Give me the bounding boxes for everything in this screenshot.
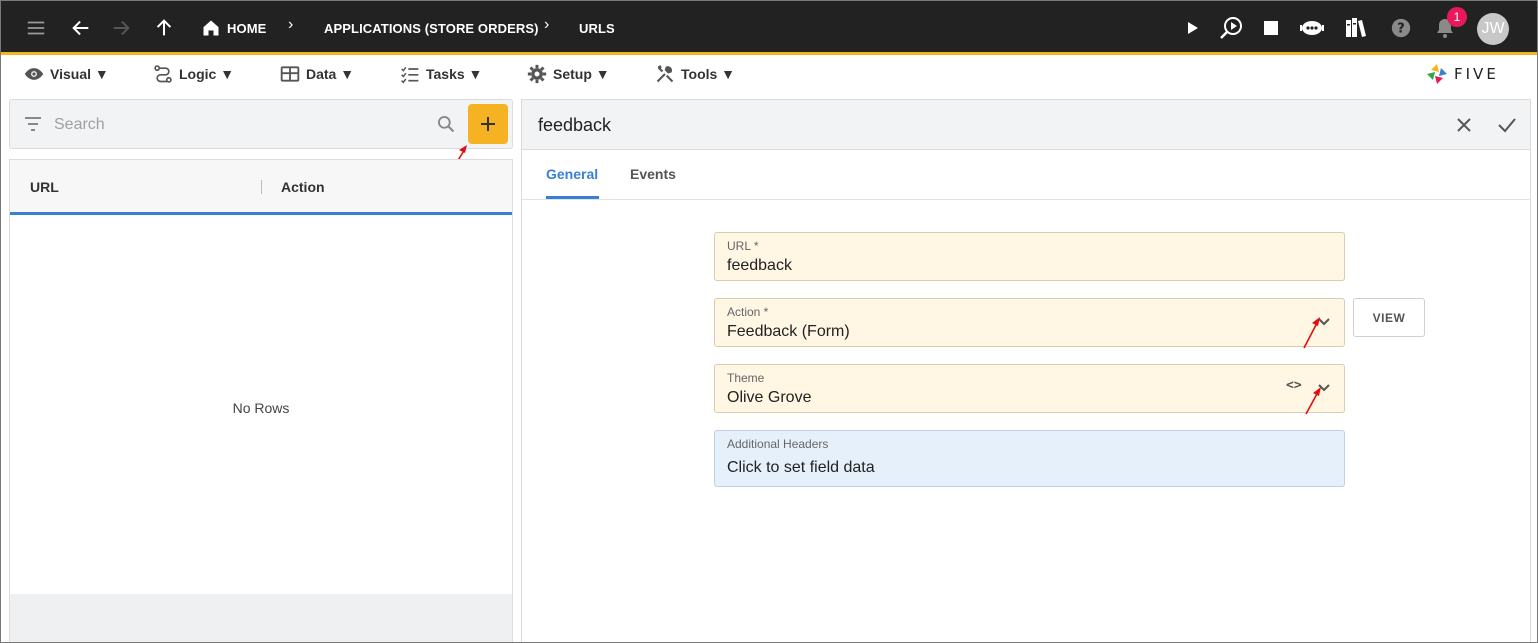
menu-data[interactable]: Data ▼ <box>280 64 354 84</box>
back-arrow-icon[interactable] <box>66 13 96 43</box>
filter-icon[interactable] <box>24 116 42 132</box>
tab-events[interactable]: Events <box>630 166 676 182</box>
detail-form: feedback General Events URL * feedback A… <box>521 99 1531 642</box>
column-divider[interactable] <box>261 180 262 194</box>
tools-icon <box>656 65 674 83</box>
user-avatar[interactable]: JW <box>1477 13 1509 45</box>
chevron-right-icon: › <box>544 16 550 33</box>
menu-visual-label: Visual ▼ <box>50 66 109 82</box>
url-field[interactable]: URL * feedback <box>714 232 1345 281</box>
tab-bar: General Events <box>522 150 1530 200</box>
search-input[interactable] <box>54 114 424 136</box>
menu-data-label: Data ▼ <box>306 66 355 82</box>
notification-badge: 1 <box>1447 7 1467 27</box>
search-bar <box>9 99 513 149</box>
breadcrumb-applications[interactable]: APPLICATIONS (STORE ORDERS) <box>324 21 539 36</box>
menu-logic-label: Logic ▼ <box>179 66 235 82</box>
url-field-label: URL * <box>727 239 759 253</box>
chevron-right-icon: › <box>288 16 294 33</box>
tasks-icon <box>401 66 419 84</box>
column-header-url[interactable]: URL <box>30 179 59 195</box>
gear-icon <box>527 64 547 84</box>
view-button[interactable]: VIEW <box>1353 298 1425 337</box>
five-logo-text: FIVE <box>1454 65 1499 83</box>
list-footer <box>10 594 512 642</box>
play-icon[interactable] <box>1177 13 1207 43</box>
active-tab-indicator <box>546 196 599 199</box>
url-field-value[interactable]: feedback <box>727 257 792 275</box>
menu-bar: Visual ▼ Logic ▼ Data ▼ Tasks ▼ Setup ▼ … <box>1 58 1537 92</box>
logic-icon <box>154 65 172 83</box>
annotation-arrow-icon <box>1305 387 1321 415</box>
action-field[interactable]: Action * Feedback (Form) <box>714 298 1345 347</box>
breadcrumb-home[interactable]: HOME <box>227 21 266 36</box>
additional-headers-label: Additional Headers <box>727 437 829 451</box>
eye-icon <box>24 68 44 80</box>
action-field-value[interactable]: Feedback (Form) <box>727 323 850 341</box>
close-icon <box>1457 118 1471 132</box>
forward-arrow-icon[interactable] <box>106 13 136 43</box>
save-button[interactable] <box>1494 112 1520 138</box>
five-logo-icon <box>1427 64 1447 84</box>
help-icon[interactable]: ? <box>1386 13 1416 43</box>
additional-headers-value[interactable]: Click to set field data <box>727 459 875 477</box>
additional-headers-field[interactable]: Additional Headers Click to set field da… <box>714 430 1345 487</box>
five-logo: FIVE <box>1426 61 1516 87</box>
menu-logic[interactable]: Logic ▼ <box>153 64 234 84</box>
theme-field-value[interactable]: Olive Grove <box>727 389 811 407</box>
empty-list-message: No Rows <box>232 400 290 416</box>
list-header: URL Action <box>10 160 512 215</box>
breadcrumb-urls[interactable]: URLS <box>579 21 615 36</box>
menu-setup[interactable]: Setup ▼ <box>527 64 610 84</box>
library-books-icon[interactable] <box>1341 13 1371 43</box>
svg-text:?: ? <box>1397 22 1404 37</box>
annotation-arrow-icon <box>1303 317 1320 349</box>
add-button[interactable] <box>468 104 508 144</box>
url-list: URL Action No Rows <box>9 159 513 642</box>
check-icon <box>1498 118 1516 133</box>
run-debug-icon[interactable] <box>1216 13 1246 43</box>
code-icon[interactable]: <> <box>1286 378 1302 393</box>
close-button[interactable] <box>1451 112 1477 138</box>
theme-field-label: Theme <box>727 371 765 385</box>
menu-tasks[interactable]: Tasks ▼ <box>400 64 482 84</box>
up-arrow-icon[interactable] <box>149 13 179 43</box>
hamburger-menu-icon[interactable] <box>21 13 51 43</box>
stop-icon[interactable] <box>1256 13 1286 43</box>
menu-tools-label: Tools ▼ <box>681 66 736 82</box>
theme-field[interactable]: Theme Olive Grove <> <box>714 364 1345 413</box>
detail-title: feedback <box>538 115 612 135</box>
menu-visual[interactable]: Visual ▼ <box>24 64 109 84</box>
detail-header: feedback <box>522 100 1530 150</box>
menu-tools[interactable]: Tools ▼ <box>655 64 735 84</box>
top-bar: HOME › APPLICATIONS (STORE ORDERS) › URL… <box>1 1 1537 55</box>
chat-bot-icon[interactable] <box>1297 13 1327 43</box>
plus-icon <box>481 117 495 131</box>
tab-general[interactable]: General <box>546 166 598 182</box>
menu-setup-label: Setup ▼ <box>553 66 610 82</box>
action-field-label: Action * <box>727 305 769 319</box>
search-icon[interactable] <box>436 114 456 134</box>
app-window: HOME › APPLICATIONS (STORE ORDERS) › URL… <box>0 0 1538 643</box>
menu-tasks-label: Tasks ▼ <box>426 66 483 82</box>
table-icon <box>280 66 300 82</box>
home-icon[interactable] <box>196 13 226 43</box>
column-header-action[interactable]: Action <box>281 179 325 195</box>
